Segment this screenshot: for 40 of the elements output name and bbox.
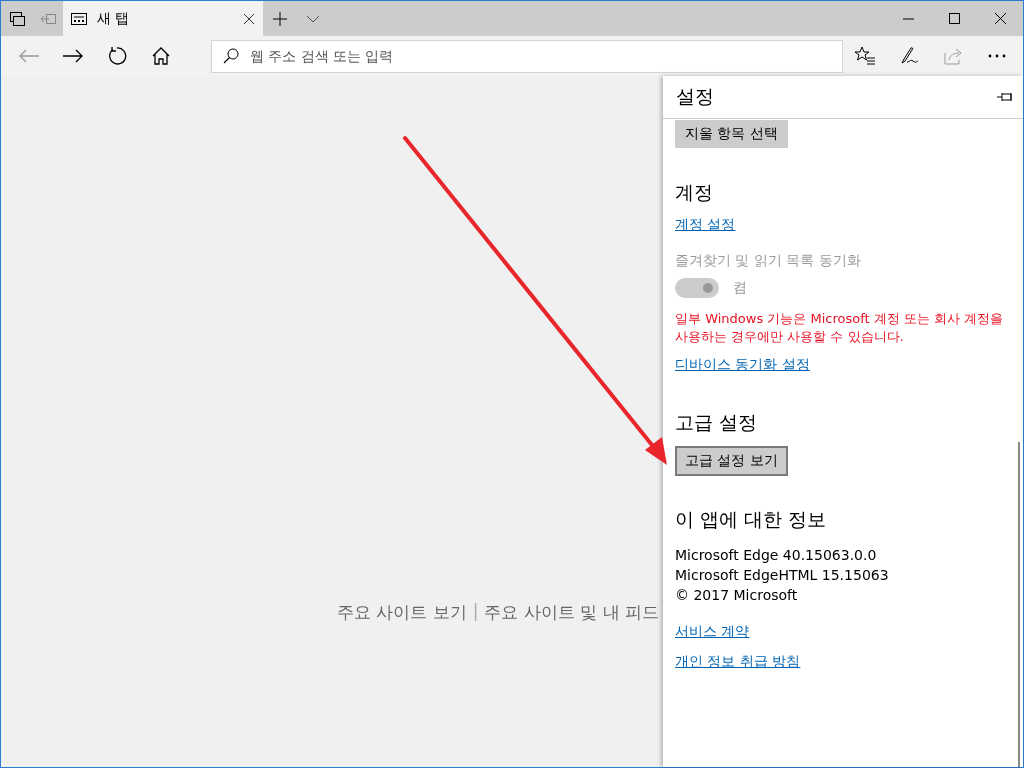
- account-settings-link[interactable]: 계정 설정: [675, 216, 736, 234]
- close-icon: [994, 13, 1006, 24]
- pin-icon[interactable]: [997, 92, 1013, 102]
- browser-tab[interactable]: 새 탭: [63, 1, 263, 36]
- privacy-link[interactable]: 개인 정보 취급 방침: [675, 653, 801, 671]
- section-heading: 이 앱에 대한 정보: [675, 507, 827, 532]
- service-agreement-link[interactable]: 서비스 계약: [675, 623, 750, 641]
- share-icon: [943, 47, 964, 65]
- favorites-icon: [854, 46, 877, 66]
- top-sites-link[interactable]: 주요 사이트 보기: [336, 601, 467, 624]
- view-advanced-settings-button[interactable]: 고급 설정 보기: [675, 446, 788, 476]
- page-icon: [71, 11, 87, 26]
- forward-arrow-icon: [61, 48, 84, 64]
- choose-what-to-clear-button[interactable]: 지울 항목 선택: [675, 120, 788, 148]
- panel-title: 설정: [676, 84, 714, 109]
- search-icon: [222, 47, 239, 64]
- tabs-icon: [9, 10, 25, 27]
- more-icon: [988, 54, 1006, 58]
- device-sync-settings-link[interactable]: 디바이스 동기화 설정: [675, 356, 810, 374]
- home-icon: [151, 47, 170, 65]
- top-sites-link[interactable]: 주요 사이트 및 내 피드: [484, 601, 659, 624]
- section-heading: 계정: [675, 180, 713, 205]
- toggle-state-label: 켬: [733, 279, 747, 297]
- warning-text: 일부 Windows 기능은 Microsoft 계정 또는 회사 계정을 사용하는 경우에만 사용할 수 있습니다.: [675, 310, 1005, 346]
- sync-label: 즐겨찾기 및 읽기 목록 동기화: [675, 252, 861, 270]
- plus-icon: [273, 11, 287, 26]
- pen-icon: [899, 46, 920, 66]
- close-icon[interactable]: [243, 12, 255, 25]
- chevron-down-icon: [306, 13, 320, 24]
- version-text: © 2017 Microsoft: [675, 586, 799, 605]
- scrollbar[interactable]: [1018, 442, 1020, 767]
- separator: |: [472, 601, 479, 623]
- refresh-icon: [106, 46, 127, 66]
- section-heading: 고급 설정: [675, 410, 758, 435]
- tab-title: 새 탭: [97, 9, 131, 28]
- address-field[interactable]: 웹 주소 검색 또는 입력: [210, 39, 844, 73]
- version-text: Microsoft EdgeHTML 15.15063: [675, 566, 889, 585]
- back-arrow-icon: [17, 48, 40, 64]
- maximize-icon: [948, 13, 960, 24]
- version-text: Microsoft Edge 40.15063.0.0: [675, 546, 878, 565]
